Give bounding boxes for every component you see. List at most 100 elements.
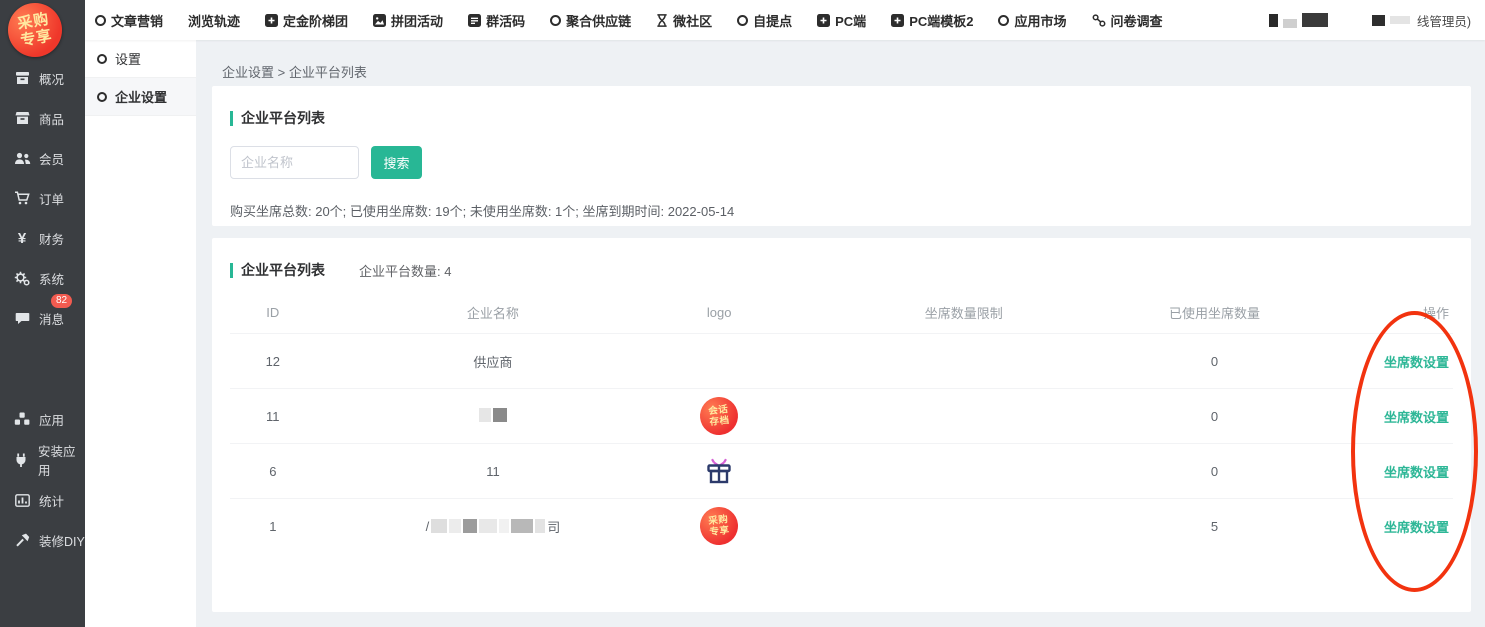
topnav-item-pickup-point[interactable]: 自提点 bbox=[737, 11, 792, 30]
seat-settings-link[interactable]: 坐席数设置 bbox=[1384, 410, 1449, 425]
square-plus-icon bbox=[265, 14, 278, 27]
sidebar-item-members[interactable]: 会员 bbox=[0, 138, 85, 178]
app-logo[interactable]: 采购 专享 bbox=[4, 0, 67, 61]
circle-icon bbox=[550, 15, 561, 26]
cell-used-seats: 5 bbox=[1159, 519, 1269, 534]
column-header-logo: logo bbox=[670, 305, 768, 320]
seat-settings-link[interactable]: 坐席数设置 bbox=[1384, 520, 1449, 535]
bar-chart-icon bbox=[13, 494, 31, 507]
cell-id: 1 bbox=[230, 519, 316, 534]
subsidebar-item-enterprise-settings[interactable]: 企业设置 bbox=[85, 78, 196, 116]
sidebar-nav: 概况 商品 会员 订单 ¥ 财务 系统 消息 82 应用 bbox=[0, 58, 85, 560]
sidebar-item-statistics[interactable]: 统计 bbox=[0, 480, 85, 520]
plug-icon bbox=[13, 453, 30, 467]
subsidebar-label: 企业设置 bbox=[115, 87, 167, 106]
image-icon bbox=[373, 14, 386, 27]
sidebar-item-messages[interactable]: 消息 82 bbox=[0, 298, 85, 338]
topnav-label: 聚合供应链 bbox=[566, 11, 631, 30]
redacted-block bbox=[1283, 19, 1297, 28]
sidebar-item-overview[interactable]: 概况 bbox=[0, 58, 85, 98]
topnav-label: PC端 bbox=[835, 11, 866, 30]
topnav-item-group-buy-activity[interactable]: 拼团活动 bbox=[373, 11, 443, 30]
main-sidebar: 采购 专享 概况 商品 会员 订单 ¥ 财务 系统 消息 bbox=[0, 0, 85, 627]
subsidebar-label: 设置 bbox=[115, 49, 141, 68]
cell-company-name: / 司 bbox=[316, 517, 671, 536]
message-count-badge: 82 bbox=[51, 294, 72, 308]
topnav-item-group-qr-code[interactable]: 群活码 bbox=[468, 11, 525, 30]
circle-icon bbox=[97, 54, 107, 64]
cell-logo: 会话 存档 bbox=[670, 397, 768, 435]
topnav-item-deposit-ladder-group[interactable]: 定金阶梯团 bbox=[265, 11, 348, 30]
column-header-actions: 操作 bbox=[1270, 303, 1453, 322]
column-header-name: 企业名称 bbox=[316, 303, 671, 322]
topnav-item-pc-client[interactable]: PC端 bbox=[817, 11, 866, 30]
yen-icon: ¥ bbox=[13, 230, 31, 247]
redacted-block bbox=[479, 408, 491, 422]
sidebar-item-label: 系统 bbox=[39, 269, 64, 288]
circle-icon bbox=[998, 15, 1009, 26]
seat-settings-link[interactable]: 坐席数设置 bbox=[1384, 355, 1449, 370]
topnav-item-browse-track[interactable]: 浏览轨迹 bbox=[188, 11, 240, 30]
cell-id: 6 bbox=[230, 464, 316, 479]
subsidebar-item-settings[interactable]: 设置 bbox=[85, 40, 196, 78]
cubes-icon bbox=[13, 412, 31, 426]
section-title: 企业平台列表 bbox=[241, 108, 325, 128]
sidebar-item-system[interactable]: 系统 bbox=[0, 258, 85, 298]
topnav-label: PC端模板2 bbox=[909, 11, 973, 30]
table-row: 11 会话 存档 0 坐席数设置 bbox=[230, 388, 1453, 443]
topnav-label: 文章营销 bbox=[111, 11, 163, 30]
sidebar-item-label: 财务 bbox=[39, 229, 64, 248]
redacted-block bbox=[463, 519, 477, 533]
cell-id: 11 bbox=[230, 409, 316, 424]
chat-square-icon bbox=[468, 14, 481, 27]
redacted-block bbox=[449, 519, 461, 533]
cell-id: 12 bbox=[230, 354, 316, 369]
circle-icon bbox=[95, 15, 106, 26]
sidebar-item-orders[interactable]: 订单 bbox=[0, 178, 85, 218]
sidebar-item-products[interactable]: 商品 bbox=[0, 98, 85, 138]
cell-company-name: 供应商 bbox=[316, 352, 671, 371]
circle-icon bbox=[737, 15, 748, 26]
section-title: 企业平台列表 bbox=[241, 260, 325, 280]
topnav-item-app-market[interactable]: 应用市场 bbox=[998, 11, 1066, 30]
table-row: 12 供应商 0 坐席数设置 bbox=[230, 333, 1453, 388]
topnav-label: 问卷调查 bbox=[1111, 11, 1163, 30]
settings-sidebar: 设置 企业设置 bbox=[85, 40, 196, 627]
hourglass-icon bbox=[656, 14, 668, 27]
section-accent-bar bbox=[230, 111, 233, 126]
comment-icon bbox=[13, 312, 31, 325]
column-header-id: ID bbox=[230, 305, 316, 320]
breadcrumb: 企业设置 > 企业平台列表 bbox=[222, 62, 367, 81]
sidebar-item-finance[interactable]: ¥ 财务 bbox=[0, 218, 85, 258]
section-accent-bar bbox=[230, 263, 233, 278]
sidebar-item-label: 概况 bbox=[39, 69, 64, 88]
user-info[interactable]: 线管理员) bbox=[1269, 0, 1471, 40]
redacted-block bbox=[535, 519, 545, 533]
sidebar-item-decorate-diy[interactable]: 装修DIY bbox=[0, 520, 85, 560]
company-name-input[interactable] bbox=[230, 146, 359, 179]
search-button[interactable]: 搜索 bbox=[371, 146, 422, 179]
topnav-item-supply-chain[interactable]: 聚合供应链 bbox=[550, 11, 631, 30]
gift-icon bbox=[704, 455, 734, 485]
sidebar-item-apps[interactable]: 应用 bbox=[0, 398, 85, 440]
sidebar-item-label: 商品 bbox=[39, 109, 64, 128]
hammer-icon bbox=[13, 533, 31, 547]
topnav-item-pc-template2[interactable]: PC端模板2 bbox=[891, 11, 973, 30]
topnav-item-article-marketing[interactable]: 文章营销 bbox=[95, 11, 163, 30]
gears-icon bbox=[13, 271, 31, 286]
cell-used-seats: 0 bbox=[1159, 409, 1269, 424]
cell-logo bbox=[670, 455, 768, 488]
cell-used-seats: 0 bbox=[1159, 354, 1269, 369]
main-content: 企业设置 > 企业平台列表 企业平台列表 搜索 购买坐席总数: 20个; 已使用… bbox=[196, 40, 1485, 627]
redacted-block bbox=[511, 519, 533, 533]
topnav-item-micro-community[interactable]: 微社区 bbox=[656, 11, 712, 30]
topnav-item-survey[interactable]: 问卷调查 bbox=[1092, 11, 1163, 30]
sidebar-item-install-apps[interactable]: 安装应用 bbox=[0, 440, 85, 480]
topnav-label: 应用市场 bbox=[1014, 11, 1066, 30]
box-icon bbox=[13, 111, 31, 125]
table-row: 1 / 司 采购 bbox=[230, 498, 1453, 553]
users-icon bbox=[13, 152, 31, 165]
redacted-block bbox=[431, 519, 447, 533]
seat-settings-link[interactable]: 坐席数设置 bbox=[1384, 465, 1449, 480]
redacted-block bbox=[1269, 14, 1278, 27]
